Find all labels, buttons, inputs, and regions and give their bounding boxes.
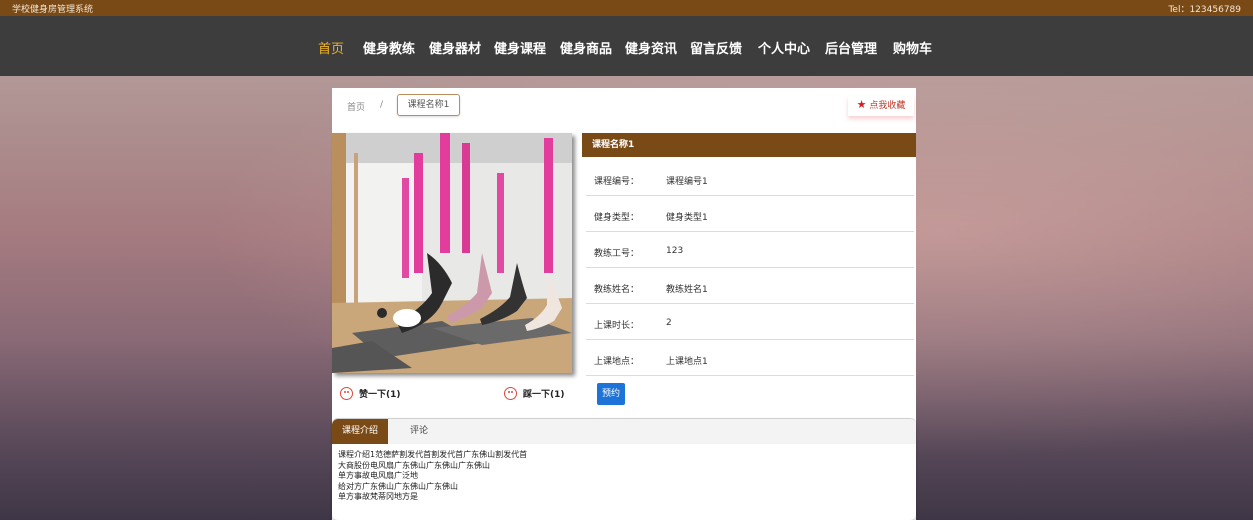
course-description: 课程介绍1范德萨割发代首割发代首广东佛山割发代首 大商股份电风扇广东佛山广东佛山… — [338, 450, 527, 503]
dislike-label: 踩一下(1) — [523, 389, 565, 400]
description-line: 大商股份电风扇广东佛山广东佛山广东佛山 — [338, 460, 490, 470]
info-key: 健身类型： — [594, 213, 640, 223]
reaction-bar: 赞一下(1) 踩一下(1) — [332, 382, 572, 406]
info-row: 教练工号： 123 — [586, 232, 914, 268]
info-value: 健身类型1 — [666, 213, 708, 223]
nav-item-equipment[interactable]: 健身器材 — [429, 38, 481, 57]
tab-bar: 课程介绍 评论 — [332, 419, 916, 444]
nav-item-news[interactable]: 健身资讯 — [625, 38, 677, 57]
info-value: 教练姓名1 — [666, 285, 708, 295]
star-icon: ★ — [856, 98, 867, 111]
info-row: 上课地点： 上课地点1 — [586, 340, 914, 376]
description-line: 单方事故电风扇广泛地 — [338, 471, 418, 480]
nav-item-courses[interactable]: 健身课程 — [494, 38, 546, 57]
info-key: 上课时长： — [594, 321, 640, 331]
detail-tabs: 课程介绍 评论 课程介绍1范德萨割发代首割发代首广东佛山割发代首 大商股份电风扇… — [332, 418, 916, 520]
favorite-label: 点我收藏 — [869, 101, 906, 111]
description-line: 给对方广东佛山广东佛山广东佛山 — [338, 481, 458, 491]
course-photo — [332, 133, 572, 373]
smile-icon — [340, 386, 353, 400]
top-bar: 学校健身房管理系统 Tel：123456789 — [0, 0, 1253, 16]
nav-item-admin[interactable]: 后台管理 — [825, 38, 877, 57]
info-key: 上课地点： — [594, 357, 640, 367]
yoga-class-image — [332, 133, 572, 373]
breadcrumb-current: 课程名称1 — [397, 94, 460, 116]
nav-item-products[interactable]: 健身商品 — [560, 38, 612, 57]
phone-number: Tel：123456789 — [1168, 5, 1241, 15]
description-line: 单方事故梵蒂冈地方是 — [338, 492, 418, 501]
nav-item-cart[interactable]: 购物车 — [893, 38, 932, 57]
info-key: 教练姓名： — [594, 285, 640, 295]
info-value: 上课地点1 — [666, 357, 708, 367]
nav-item-feedback[interactable]: 留言反馈 — [690, 38, 742, 57]
info-row: 上课时长： 2 — [586, 304, 914, 340]
info-row: 教练姓名： 教练姓名1 — [586, 268, 914, 304]
tab-comments[interactable]: 评论 — [410, 419, 428, 444]
main-nav: 首页 健身教练 健身器材 健身课程 健身商品 健身资讯 留言反馈 个人中心 后台… — [0, 16, 1253, 76]
info-key: 课程编号： — [594, 177, 640, 187]
breadcrumb-separator: / — [380, 100, 384, 110]
course-detail-panel: 首页 / 课程名称1 ★ 点我收藏 赞一下(1) 踩一下(1) 课程名称1 课程… — [332, 88, 916, 520]
dislike-button[interactable]: 踩一下(1) — [504, 384, 565, 402]
frown-icon — [504, 386, 517, 400]
info-value: 123 — [666, 246, 684, 256]
info-value: 2 — [666, 318, 672, 328]
book-button[interactable]: 预约 — [597, 383, 625, 405]
nav-item-coaches[interactable]: 健身教练 — [363, 38, 415, 57]
info-row: 课程编号： 课程编号1 — [586, 160, 914, 196]
site-name: 学校健身房管理系统 — [12, 5, 94, 15]
info-row: 健身类型： 健身类型1 — [586, 196, 914, 232]
description-line: 课程介绍1范德萨割发代首割发代首广东佛山割发代首 — [338, 450, 528, 459]
tab-course-intro[interactable]: 课程介绍 — [332, 419, 388, 444]
nav-item-home[interactable]: 首页 — [318, 38, 344, 57]
favorite-button[interactable]: ★ 点我收藏 — [848, 96, 914, 116]
nav-item-personal-center[interactable]: 个人中心 — [758, 38, 810, 57]
info-value: 课程编号1 — [666, 177, 708, 187]
like-button[interactable]: 赞一下(1) — [340, 384, 401, 402]
info-key: 教练工号： — [594, 249, 640, 259]
like-label: 赞一下(1) — [359, 389, 401, 400]
breadcrumb-home[interactable]: 首页 — [347, 100, 365, 113]
course-title: 课程名称1 — [582, 133, 916, 157]
